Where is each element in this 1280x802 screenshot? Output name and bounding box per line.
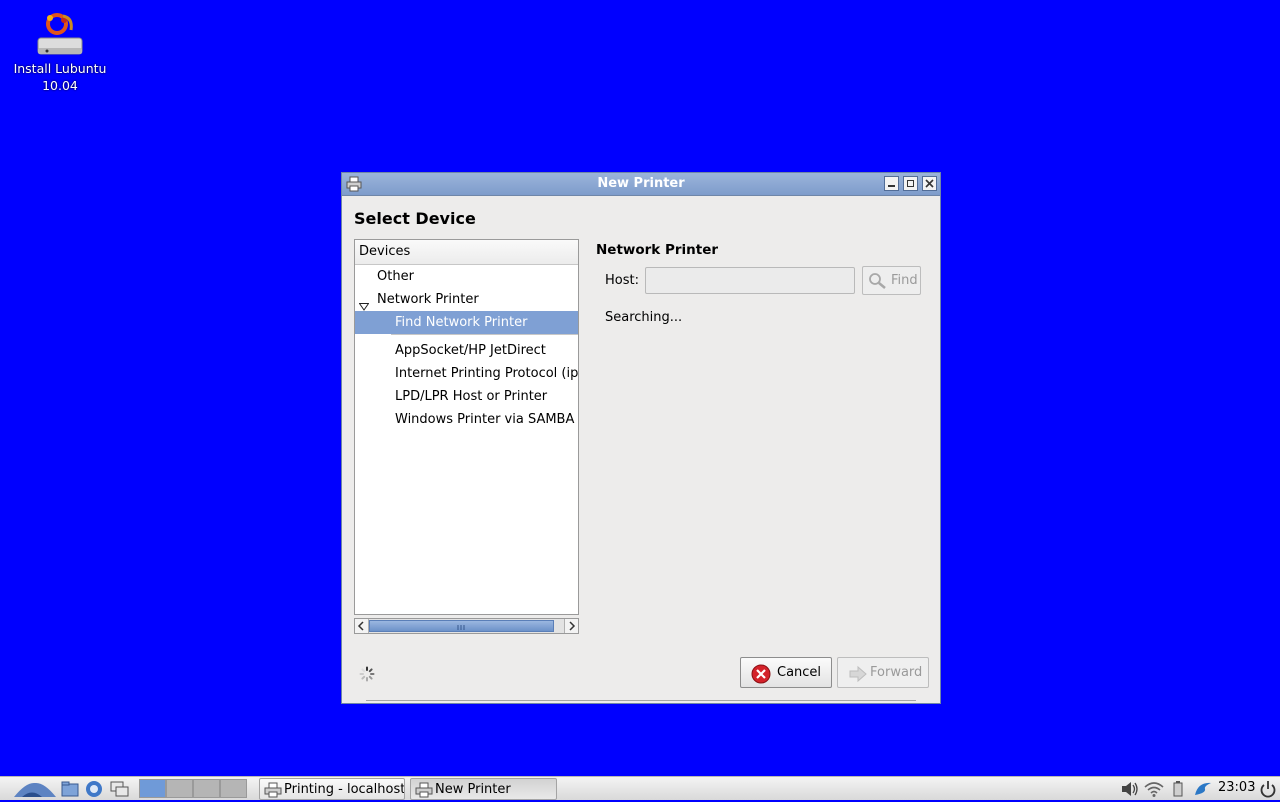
tree-item-label: Network Printer <box>377 292 479 307</box>
chevron-right-icon <box>569 621 576 631</box>
status-text: Searching... <box>605 310 683 325</box>
window-title: New Printer <box>597 176 685 191</box>
tree-item-ipp[interactable]: Internet Printing Protocol (ipp) <box>355 362 578 385</box>
close-button[interactable] <box>922 176 937 191</box>
tree-item-find-network-printer[interactable]: Find Network Printer <box>355 311 578 334</box>
cancel-button[interactable]: Cancel <box>740 657 832 688</box>
web-browser-icon[interactable] <box>85 780 103 798</box>
tree-item-network-printer[interactable]: Network Printer <box>355 288 578 311</box>
task-label: New Printer <box>435 782 511 797</box>
power-icon[interactable] <box>1259 780 1277 802</box>
minimize-button[interactable] <box>884 176 899 191</box>
panel-title: Network Printer <box>596 242 719 258</box>
scroll-right-button[interactable] <box>564 619 578 633</box>
desktop-2[interactable] <box>166 779 193 798</box>
host-input[interactable] <box>645 267 855 294</box>
volume-icon[interactable] <box>1120 780 1140 802</box>
cancel-button-label: Cancel <box>777 665 822 680</box>
task-printing-localhost[interactable]: Printing - localhost <box>259 778 405 800</box>
clock[interactable]: 23:03 <box>1218 780 1255 795</box>
search-icon <box>869 273 886 289</box>
scrollbar-thumb[interactable] <box>369 620 554 632</box>
tree-item-appsocket[interactable]: AppSocket/HP JetDirect <box>355 339 578 362</box>
desktop-icon-label-version: 10.04 <box>42 78 78 93</box>
desktop-4[interactable] <box>220 779 247 798</box>
host-label: Host: <box>605 273 639 288</box>
printer-icon <box>264 782 282 798</box>
horizontal-scrollbar[interactable] <box>354 618 579 634</box>
desktop-switcher[interactable] <box>139 779 247 798</box>
cancel-icon <box>751 664 771 684</box>
taskbar: Printing - localhost New Printer 23:03 <box>0 776 1280 800</box>
forward-button-label: Forward <box>870 665 923 680</box>
file-manager-icon[interactable] <box>61 780 79 798</box>
spinner-icon <box>359 666 375 686</box>
devices-tree[interactable]: Devices Other Network Printer Find Netwo… <box>354 239 579 615</box>
window-bottom-divider <box>366 700 916 703</box>
battery-icon[interactable] <box>1172 780 1184 802</box>
forward-button[interactable]: Forward <box>837 657 929 688</box>
devices-column-header[interactable]: Devices <box>355 240 578 265</box>
wifi-icon[interactable] <box>1143 780 1165 802</box>
desktop-1[interactable] <box>139 779 166 798</box>
show-desktop-icon[interactable] <box>110 780 129 798</box>
maximize-button[interactable] <box>903 176 918 191</box>
scroll-left-button[interactable] <box>355 619 369 633</box>
start-menu-icon[interactable] <box>12 780 58 798</box>
task-label: Printing - localhost <box>284 782 405 797</box>
page-title: Select Device <box>354 209 476 228</box>
arrow-right-icon <box>849 665 867 683</box>
window-titlebar[interactable]: New Printer <box>342 173 940 196</box>
tree-item-other[interactable]: Other <box>355 265 578 288</box>
desktop-icon-install-lubuntu[interactable]: Install Lubuntu 10.04 <box>8 10 112 94</box>
desktop-icon-label: Install Lubuntu <box>13 61 107 76</box>
printer-icon <box>415 782 433 798</box>
new-printer-window: New Printer Select Device Devices Other … <box>341 172 941 704</box>
tree-item-samba[interactable]: Windows Printer via SAMBA <box>355 408 578 431</box>
tree-item-lpd[interactable]: LPD/LPR Host or Printer <box>355 385 578 408</box>
find-button[interactable]: Find <box>862 266 921 295</box>
task-new-printer[interactable]: New Printer <box>410 778 557 800</box>
update-notifier-icon[interactable] <box>1192 780 1214 802</box>
chevron-left-icon <box>357 621 364 631</box>
install-drive-icon <box>33 10 87 60</box>
desktop-3[interactable] <box>193 779 220 798</box>
find-button-label: Find <box>891 273 918 288</box>
